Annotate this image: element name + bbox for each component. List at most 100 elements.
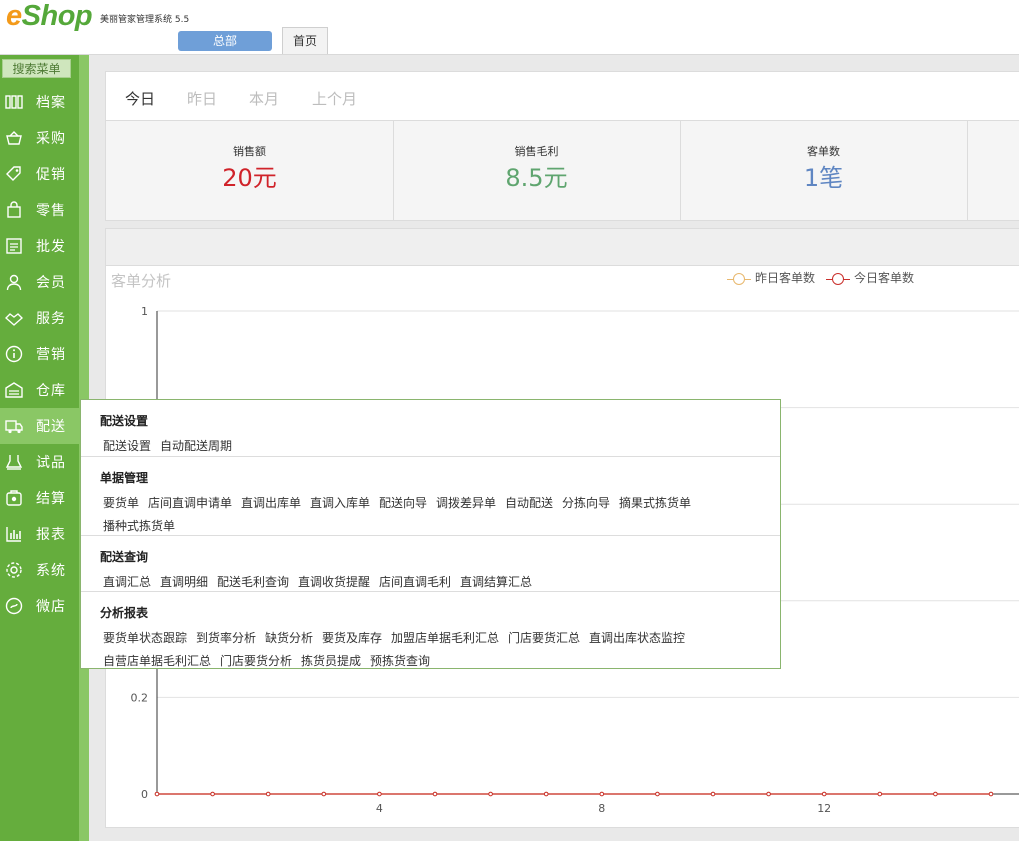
menu-link[interactable]: 播种式拣货单 [103, 517, 175, 534]
menu-section-title: 分析报表 [100, 606, 149, 620]
sidebar-item-label: 微店 [36, 599, 66, 615]
menu-link[interactable]: 加盟店单据毛利汇总 [391, 629, 499, 646]
menu-link[interactable]: 店间直调申请单 [148, 494, 232, 511]
menu-link[interactable]: 摘果式拣货单 [619, 494, 691, 511]
sidebar-item-11[interactable]: 结算 [0, 480, 79, 516]
sidebar-item-label: 零售 [36, 203, 66, 219]
sidebar-item-label: 仓库 [36, 383, 66, 399]
sidebar-item-label: 配送 [36, 419, 66, 435]
menu-link[interactable]: 门店要货汇总 [508, 629, 580, 646]
sidebar-item-14[interactable]: 微店 [0, 588, 79, 624]
menu-section-1: 单据管理要货单 店间直调申请单 直调出库单 直调入库单 配送向导 调拨差异单 自动配送 分拣向… [81, 456, 780, 536]
menu-link[interactable]: 调拨差异单 [436, 494, 496, 511]
data-point [988, 791, 994, 797]
data-point [432, 791, 438, 797]
menu-link[interactable]: 拣货员提成 [301, 652, 361, 669]
x-tick-label: 8 [598, 802, 605, 815]
menu-link[interactable]: 直调汇总 [103, 573, 151, 590]
menu-link[interactable]: 分拣向导 [562, 494, 610, 511]
menu-link[interactable]: 自动配送 [505, 494, 553, 511]
sidebar-item-1[interactable]: 采购 [0, 120, 79, 156]
data-point [488, 791, 493, 797]
sidebar-item-4[interactable]: 批发 [0, 228, 79, 264]
kpi-label: 销售额 [233, 145, 266, 158]
menu-section-title: 单据管理 [100, 471, 149, 485]
sidebar-item-3[interactable]: 零售 [0, 192, 79, 228]
sidebar-item-label: 促销 [36, 167, 66, 183]
sidebar-item-6[interactable]: 服务 [0, 300, 79, 336]
sidebar-item-7[interactable]: 营销 [0, 336, 79, 372]
app-title: 美丽管家管理系统 5.5 [100, 15, 190, 25]
menu-section-title: 配送设置 [100, 414, 149, 428]
menu-link[interactable]: 直调收货提醒 [298, 573, 370, 590]
menu-link[interactable]: 门店要货分析 [220, 652, 292, 669]
kpi-label: 客单数 [807, 145, 840, 158]
tag-icon [5, 165, 23, 183]
period-tab-yesterday[interactable]: 昨日 [187, 88, 217, 109]
kpi-orders: 客单数 1笔 [680, 121, 968, 220]
menu-link[interactable]: 直调出库状态监控 [589, 629, 685, 646]
menu-link[interactable]: 到货率分析 [196, 629, 256, 646]
info-circle-icon [5, 345, 23, 363]
menu-link[interactable]: 配送向导 [379, 494, 427, 511]
sidebar-item-5[interactable]: 会员 [0, 264, 79, 300]
sidebar-item-label: 批发 [36, 239, 66, 255]
menu-link[interactable]: 店间直调毛利 [379, 573, 451, 590]
y-tick-label: 0 [141, 788, 148, 801]
sidebar-item-label: 系统 [36, 563, 66, 579]
data-point [265, 791, 271, 797]
menu-link[interactable]: 缺货分析 [265, 629, 313, 646]
sample-icon [5, 453, 23, 471]
sidebar-item-label: 档案 [36, 95, 66, 111]
menu-link[interactable]: 配送毛利查询 [217, 573, 289, 590]
sidebar-item-8[interactable]: 仓库 [0, 372, 79, 408]
menu-link[interactable]: 预拣货查询 [370, 652, 430, 669]
x-tick-label: 4 [376, 802, 383, 815]
period-tab-last-month[interactable]: 上个月 [312, 88, 357, 109]
kpi-value: 8.5元 [505, 164, 568, 192]
data-point [154, 791, 160, 797]
sidebar-item-label: 结算 [36, 491, 66, 507]
period-tab-today[interactable]: 今日 [125, 88, 155, 109]
menu-link[interactable]: 要货单状态跟踪 [103, 629, 187, 646]
data-point [599, 791, 605, 797]
sidebar-item-2[interactable]: 促销 [0, 156, 79, 192]
kpi-extra [967, 121, 1019, 220]
settlement-icon [5, 489, 23, 507]
menu-section-0: 配送设置 配送设置 自动配送周期 [81, 400, 780, 456]
menu-link[interactable]: 要货及库存 [322, 629, 382, 646]
sidebar-item-9[interactable]: 配送 [0, 408, 89, 444]
data-point [766, 791, 771, 797]
kpi-label: 销售毛利 [514, 145, 559, 158]
x-tick-label: 12 [817, 802, 831, 815]
menu-link[interactable]: 要货单 [103, 494, 139, 511]
sidebar-item-13[interactable]: 系统 [0, 552, 79, 588]
data-point [877, 791, 883, 797]
sidebar-item-12[interactable]: 报表 [0, 516, 79, 552]
menu-link[interactable]: 直调明细 [160, 573, 208, 590]
data-point [321, 791, 327, 797]
period-tab-this-month[interactable]: 本月 [249, 88, 279, 109]
data-point [543, 791, 549, 797]
search-menu-input[interactable]: 搜索菜单 [2, 59, 71, 78]
menu-link[interactable]: 直调结算汇总 [460, 573, 532, 590]
data-point [210, 791, 215, 797]
menu-section-3: 分析报表要货单状态跟踪 到货率分析 缺货分析 要货及库存 加盟店单据毛利汇总 门店要货汇总… [81, 591, 780, 670]
sidebar-item-label: 服务 [36, 311, 66, 327]
sidebar-item-label: 会员 [36, 275, 66, 291]
shopping-bag-icon [5, 201, 23, 219]
menu-section-title: 配送查询 [100, 550, 149, 564]
menu-link[interactable]: 自动配送周期 [160, 437, 232, 454]
branch-selector-button[interactable]: 总部 [178, 31, 272, 51]
kpi-sales: 销售额 20元 [106, 121, 394, 220]
tab-home[interactable]: 首页 [282, 27, 328, 54]
sidebar-item-10[interactable]: 试品 [0, 444, 79, 480]
menu-link[interactable]: 配送设置 [103, 437, 151, 454]
menu-link[interactable]: 自营店单据毛利汇总 [103, 652, 211, 669]
sidebar-item-label: 试品 [36, 455, 66, 471]
menu-link[interactable]: 直调出库单 [241, 494, 301, 511]
truck-icon [5, 417, 23, 435]
menu-link[interactable]: 直调入库单 [310, 494, 370, 511]
data-point [377, 791, 382, 797]
sidebar-item-0[interactable]: 档案 [0, 84, 79, 120]
